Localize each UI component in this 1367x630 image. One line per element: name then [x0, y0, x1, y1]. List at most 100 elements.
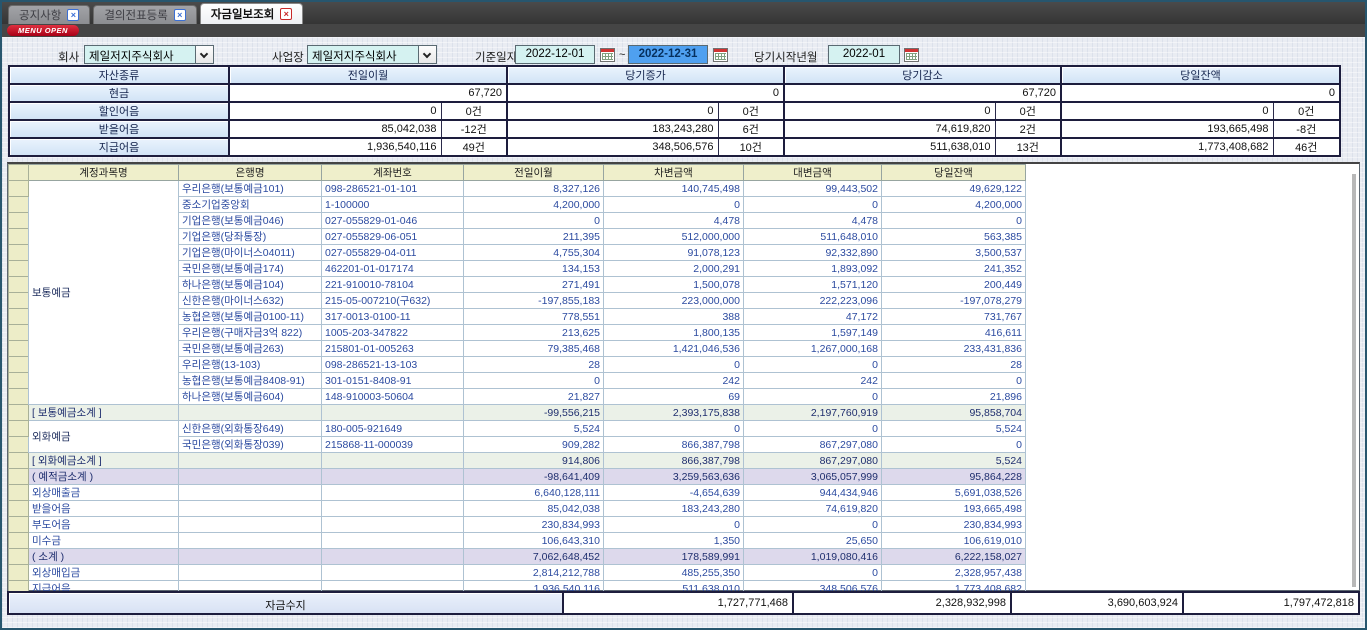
amount-cell[interactable]: 3,065,057,999	[744, 469, 882, 485]
period-start-input[interactable]: 2022-01	[828, 45, 900, 64]
row-selector-cell[interactable]	[9, 373, 29, 389]
amount-cell[interactable]: 21,896	[882, 389, 1026, 405]
amount-cell[interactable]: 21,827	[464, 389, 604, 405]
amount-cell[interactable]: 778,551	[464, 309, 604, 325]
amount-cell[interactable]: 230,834,993	[464, 517, 604, 533]
account-no-cell[interactable]: 215801-01-005263	[322, 341, 464, 357]
amount-cell[interactable]: 230,834,993	[882, 517, 1026, 533]
bank-name-cell[interactable]: 기업은행(당좌통장)	[179, 229, 322, 245]
amount-cell[interactable]: 388	[604, 309, 744, 325]
amount-cell[interactable]: 193,665,498	[882, 501, 1026, 517]
amount-cell[interactable]: 0	[744, 421, 882, 437]
bank-name-cell[interactable]	[179, 549, 322, 565]
account-no-cell[interactable]	[322, 469, 464, 485]
amount-cell[interactable]: 85,042,038	[464, 501, 604, 517]
account-no-cell[interactable]: 098-286521-01-101	[322, 181, 464, 197]
account-name-cell[interactable]: 받을어음	[29, 501, 179, 517]
amount-cell[interactable]: 47,172	[744, 309, 882, 325]
amount-cell[interactable]: 140,745,498	[604, 181, 744, 197]
account-no-cell[interactable]: 1005-203-347822	[322, 325, 464, 341]
account-no-cell[interactable]: 180-005-921649	[322, 421, 464, 437]
amount-cell[interactable]: -197,078,279	[882, 293, 1026, 309]
row-selector-cell[interactable]	[9, 325, 29, 341]
account-no-cell[interactable]: 317-0013-0100-11	[322, 309, 464, 325]
amount-cell[interactable]: 7,062,648,452	[464, 549, 604, 565]
amount-cell[interactable]: 0	[464, 213, 604, 229]
bank-name-cell[interactable]	[179, 517, 322, 533]
amount-cell[interactable]: 106,643,310	[464, 533, 604, 549]
bank-name-cell[interactable]	[179, 453, 322, 469]
subtotal-label-cell[interactable]: ( 예적금소계 )	[29, 469, 179, 485]
amount-cell[interactable]: 95,864,228	[882, 469, 1026, 485]
bank-name-cell[interactable]: 우리은행(13-103)	[179, 357, 322, 373]
amount-cell[interactable]: 241,352	[882, 261, 1026, 277]
amount-cell[interactable]: 5,524	[882, 453, 1026, 469]
tab-3[interactable]: 자금일보조회×	[200, 3, 303, 24]
amount-cell[interactable]: 222,223,096	[744, 293, 882, 309]
account-no-cell[interactable]	[322, 533, 464, 549]
amount-cell[interactable]: 1,421,046,536	[604, 341, 744, 357]
amount-cell[interactable]: 92,332,890	[744, 245, 882, 261]
amount-cell[interactable]: 271,491	[464, 277, 604, 293]
amount-cell[interactable]: 0	[882, 437, 1026, 453]
amount-cell[interactable]: 914,806	[464, 453, 604, 469]
amount-cell[interactable]: 867,297,080	[744, 453, 882, 469]
amount-cell[interactable]: 69	[604, 389, 744, 405]
bank-name-cell[interactable]: 농협은행(보통예금8408-91)	[179, 373, 322, 389]
account-no-cell[interactable]: 1-100000	[322, 197, 464, 213]
amount-cell[interactable]: 49,629,122	[882, 181, 1026, 197]
amount-cell[interactable]: 4,478	[604, 213, 744, 229]
row-selector-cell[interactable]	[9, 277, 29, 293]
amount-cell[interactable]: 25,650	[744, 533, 882, 549]
amount-cell[interactable]: 1,571,120	[744, 277, 882, 293]
account-no-cell[interactable]: 215-05-007210(구632)	[322, 293, 464, 309]
bank-name-cell[interactable]: 하나은행(보통예금104)	[179, 277, 322, 293]
amount-cell[interactable]: 0	[744, 197, 882, 213]
bank-name-cell[interactable]: 기업은행(보통예금046)	[179, 213, 322, 229]
tab-close-icon[interactable]: ×	[174, 9, 186, 21]
vertical-scrollbar[interactable]	[1352, 174, 1356, 587]
account-no-cell[interactable]: 221-910010-78104	[322, 277, 464, 293]
bank-name-cell[interactable]: 농협은행(보통예금0100-11)	[179, 309, 322, 325]
amount-cell[interactable]: 4,478	[744, 213, 882, 229]
amount-cell[interactable]: 5,691,038,526	[882, 485, 1026, 501]
amount-cell[interactable]: 2,328,957,438	[882, 565, 1026, 581]
amount-cell[interactable]: 944,434,946	[744, 485, 882, 501]
row-selector-cell[interactable]	[9, 389, 29, 405]
amount-cell[interactable]: 211,395	[464, 229, 604, 245]
row-selector-cell[interactable]	[9, 293, 29, 309]
amount-cell[interactable]: 242	[604, 373, 744, 389]
account-no-cell[interactable]	[322, 405, 464, 421]
amount-cell[interactable]: 1,019,080,416	[744, 549, 882, 565]
amount-cell[interactable]: 233,431,836	[882, 341, 1026, 357]
bank-name-cell[interactable]	[179, 485, 322, 501]
row-selector-cell[interactable]	[9, 357, 29, 373]
chevron-down-icon[interactable]	[195, 46, 213, 63]
company-select[interactable]: 제일저지주식회사	[84, 45, 214, 64]
calendar-icon[interactable]	[713, 48, 728, 62]
row-selector-cell[interactable]	[9, 245, 29, 261]
amount-cell[interactable]: 99,443,502	[744, 181, 882, 197]
amount-cell[interactable]: 0	[882, 373, 1026, 389]
amount-cell[interactable]: 200,449	[882, 277, 1026, 293]
amount-cell[interactable]: 2,000,291	[604, 261, 744, 277]
account-no-cell[interactable]: 027-055829-04-011	[322, 245, 464, 261]
amount-cell[interactable]: 0	[744, 517, 882, 533]
subtotal-label-cell[interactable]: [ 외화예금소계 ]	[29, 453, 179, 469]
amount-cell[interactable]: 95,858,704	[882, 405, 1026, 421]
row-selector-cell[interactable]	[9, 181, 29, 197]
amount-cell[interactable]: 0	[744, 357, 882, 373]
amount-cell[interactable]: 866,387,798	[604, 453, 744, 469]
amount-cell[interactable]: 5,524	[464, 421, 604, 437]
amount-cell[interactable]: -98,641,409	[464, 469, 604, 485]
account-no-cell[interactable]: 301-0151-8408-91	[322, 373, 464, 389]
bank-name-cell[interactable]: 신한은행(외화통장649)	[179, 421, 322, 437]
row-selector-cell[interactable]	[9, 517, 29, 533]
account-group-cell[interactable]: 외화예금	[29, 421, 179, 453]
amount-cell[interactable]: 4,200,000	[464, 197, 604, 213]
bank-name-cell[interactable]: 신한은행(마이너스632)	[179, 293, 322, 309]
account-no-cell[interactable]: 462201-01-017174	[322, 261, 464, 277]
amount-cell[interactable]: 511,648,010	[744, 229, 882, 245]
account-no-cell[interactable]: 027-055829-01-046	[322, 213, 464, 229]
row-selector-cell[interactable]	[9, 485, 29, 501]
